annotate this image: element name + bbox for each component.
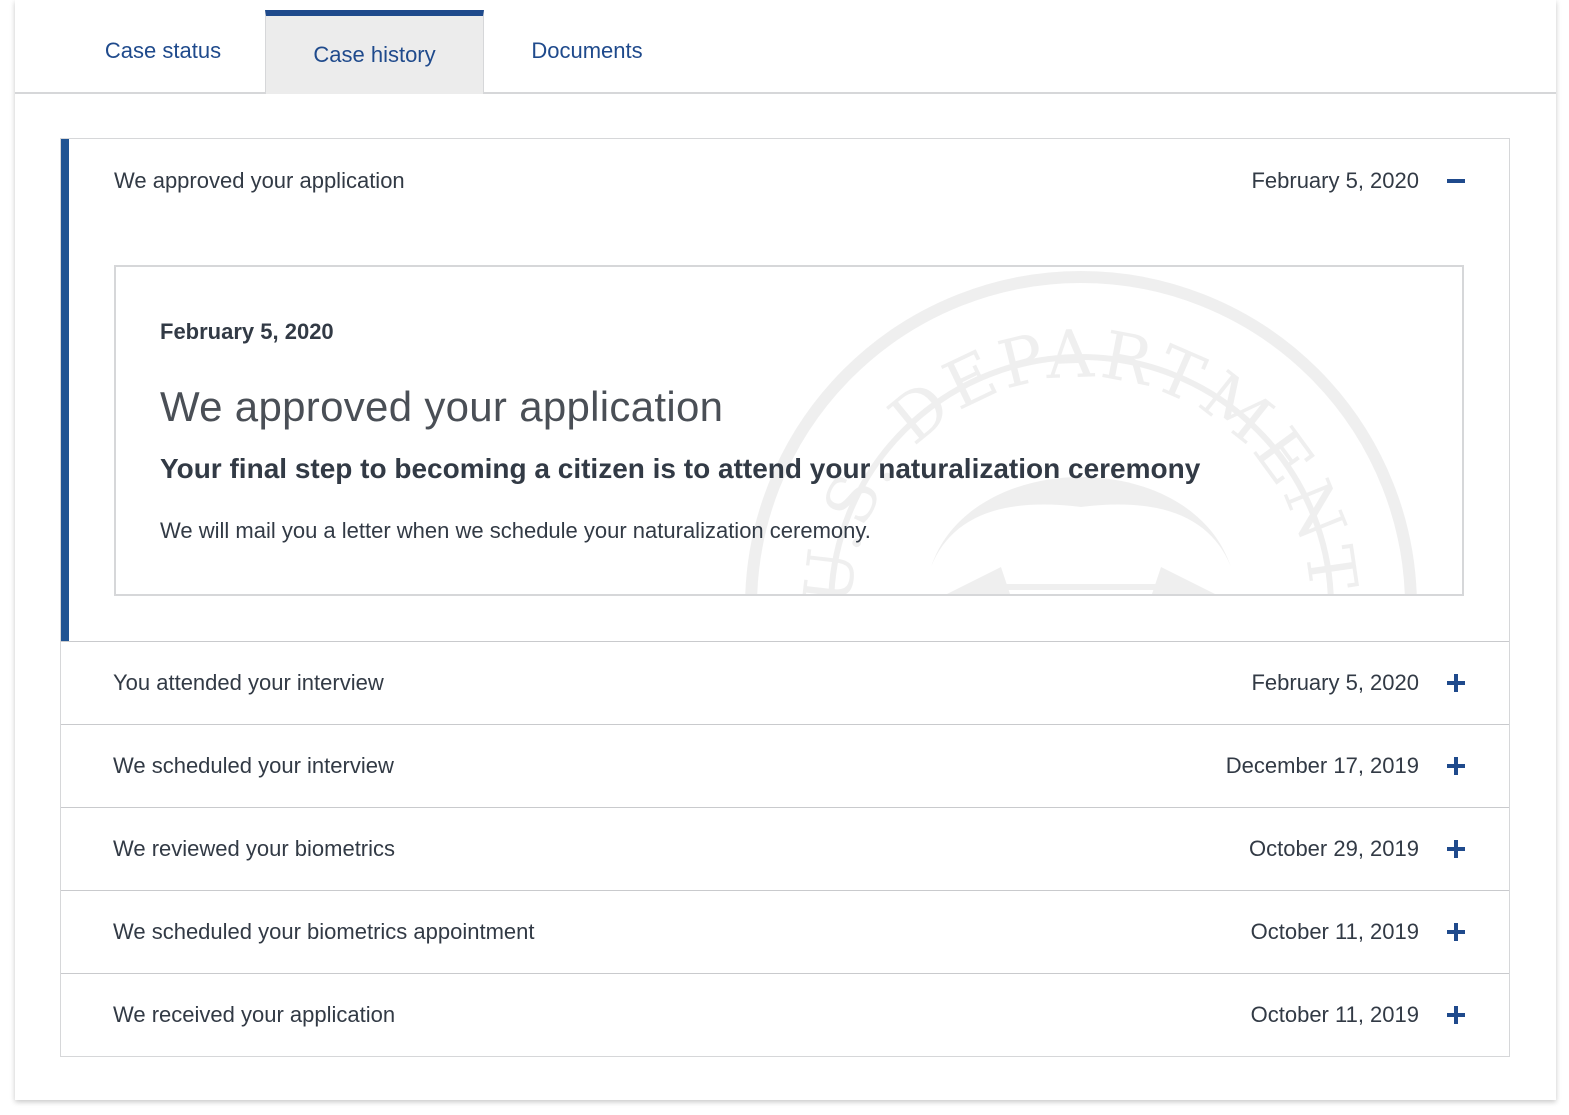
history-item-body: U.S. DEPARTMENT OF February 5, 2020 We a… — [69, 223, 1509, 641]
seal-text: U.S. DEPARTMENT OF — [741, 267, 1368, 594]
history-item-date: October 29, 2019 — [1248, 836, 1419, 861]
tab-documents[interactable]: Documents — [495, 10, 679, 92]
tab-label: Case status — [104, 38, 222, 63]
history-item-header[interactable]: We reviewed your biometrics October 29, … — [61, 808, 1509, 890]
history-item-title: We approved your application — [114, 168, 405, 193]
history-item: You attended your interview February 5, … — [61, 641, 1509, 724]
plus-icon[interactable] — [1447, 674, 1465, 692]
plus-icon[interactable] — [1447, 757, 1465, 775]
tab-case-history[interactable]: Case history — [265, 10, 484, 94]
plus-icon[interactable] — [1447, 840, 1465, 858]
plus-icon[interactable] — [1447, 923, 1465, 941]
detail-panel: U.S. DEPARTMENT OF February 5, 2020 We a… — [114, 265, 1464, 596]
seal-watermark-icon: U.S. DEPARTMENT OF — [741, 267, 1417, 596]
history-item-header[interactable]: We received your application October 11,… — [61, 974, 1509, 1056]
history-item: We scheduled your interview December 17,… — [61, 724, 1509, 807]
detail-date: February 5, 2020 — [160, 319, 334, 344]
history-item-title: You attended your interview — [113, 670, 384, 695]
tab-bar: Case status Case history Documents — [15, 0, 1556, 94]
detail-text: We will mail you a letter when we schedu… — [160, 518, 871, 543]
history-item: We scheduled your biometrics appointment… — [61, 890, 1509, 973]
history-item-title: We scheduled your biometrics appointment — [113, 919, 535, 944]
history-item-date: October 11, 2019 — [1250, 919, 1419, 944]
tab-label: Case history — [313, 42, 436, 67]
history-item-date: February 5, 2020 — [1251, 168, 1419, 193]
history-item-header[interactable]: We scheduled your biometrics appointment… — [61, 891, 1509, 973]
history-item-header[interactable]: We approved your application February 5,… — [69, 139, 1509, 223]
history-item-header[interactable]: You attended your interview February 5, … — [61, 642, 1509, 724]
history-item: We reviewed your biometrics October 29, … — [61, 807, 1509, 890]
history-item-title: We received your application — [113, 1002, 396, 1027]
history-item-header[interactable]: We scheduled your interview December 17,… — [61, 725, 1509, 807]
history-item: We approved your application February 5,… — [61, 139, 1509, 641]
history-item-title: We reviewed your biometrics — [113, 836, 396, 861]
case-card: Case status Case history Documents We ap… — [15, 0, 1556, 1100]
svg-text:U.S. DEPARTMENT OF: U.S. DEPARTMENT OF — [741, 267, 1372, 596]
detail-title: We approved your application — [160, 383, 724, 430]
detail-subtitle: Your final step to becoming a citizen is… — [160, 453, 1201, 484]
minus-icon[interactable] — [1447, 172, 1465, 190]
plus-icon[interactable] — [1447, 1006, 1465, 1024]
history-item-date: December 17, 2019 — [1225, 753, 1419, 778]
history-item: We received your application October 11,… — [61, 973, 1509, 1056]
history-item-title: We scheduled your interview — [113, 753, 394, 778]
tab-label: Documents — [531, 38, 643, 63]
case-history-accordion: We approved your application February 5,… — [60, 138, 1510, 1057]
tab-case-status[interactable]: Case status — [73, 10, 253, 92]
history-item-date: February 5, 2020 — [1251, 670, 1419, 695]
history-item-date: October 11, 2019 — [1250, 1002, 1419, 1027]
